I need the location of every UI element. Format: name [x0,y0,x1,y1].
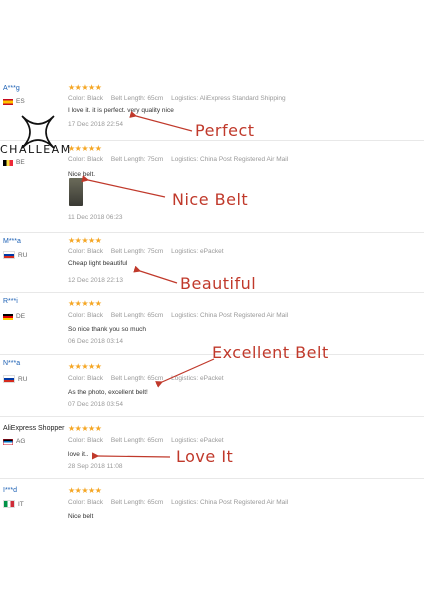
callout-nice-belt: Nice Belt [172,190,249,209]
arrow-excellent-belt [155,358,215,388]
callout-excellent-belt: Excellent Belt [212,343,329,362]
arrow-perfect [129,110,193,132]
arrow-nice-belt [81,175,166,198]
callout-beautiful: Beautiful [180,274,257,293]
callout-perfect: Perfect [195,121,255,140]
arrow-beautiful [133,265,178,284]
arrow-love-it [91,452,171,460]
callout-arrows [81,110,215,460]
callout-love-it: Love It [176,447,234,466]
